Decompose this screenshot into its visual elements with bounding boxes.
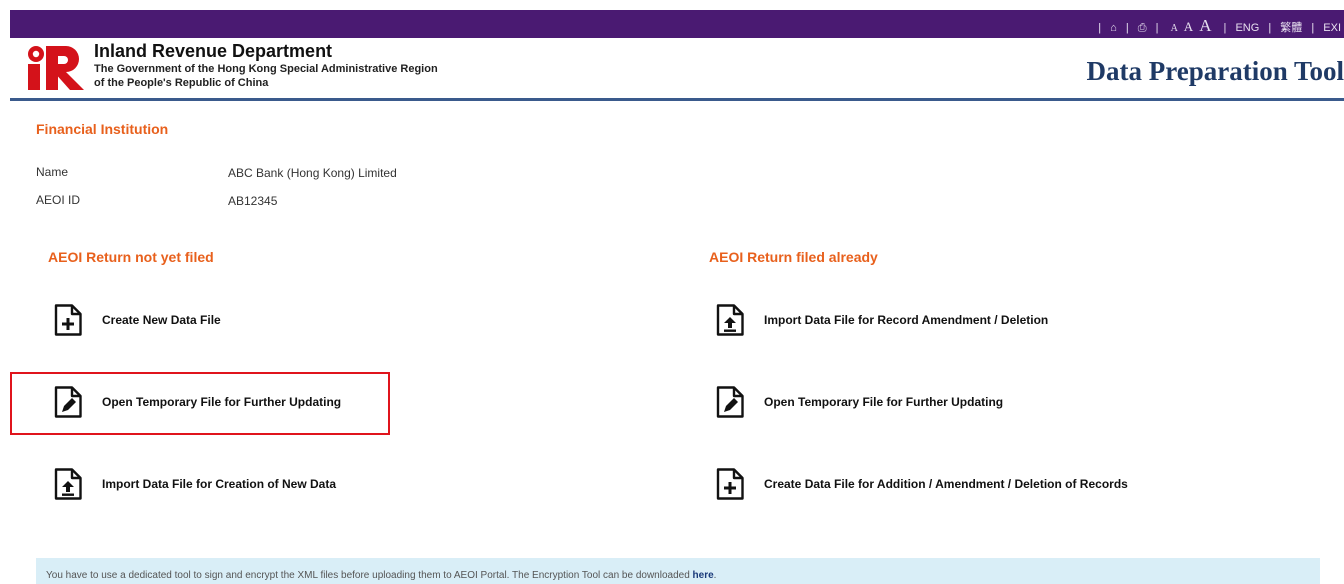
department-name: Inland Revenue Department [94, 41, 333, 61]
create-data-file-records-button[interactable]: Create Data File for Addition / Amendmen… [716, 468, 1128, 500]
font-size-controls: AAA [1168, 16, 1215, 35]
english-link[interactable]: ENG [1235, 22, 1259, 34]
home-icon[interactable]: ⌂ [1110, 22, 1117, 34]
aeoi-id-label: AEOI ID [36, 193, 81, 207]
chinese-link[interactable]: 繁體 [1280, 22, 1302, 34]
fi-name-value: ABC Bank (Hong Kong) Limited [228, 166, 397, 180]
fi-name-label: Name [36, 165, 69, 179]
encryption-notice: You have to use a dedicated tool to sign… [36, 558, 1320, 584]
fi-section-title: Financial Institution [36, 121, 169, 137]
government-line-2: of the People's Republic of China [94, 77, 269, 89]
file-add-icon [54, 304, 82, 336]
open-temporary-file-filed-button[interactable]: Open Temporary File for Further Updating [716, 386, 1003, 418]
government-line-1: The Government of the Hong Kong Special … [94, 63, 438, 75]
file-add-icon [716, 468, 744, 500]
file-edit-icon [716, 386, 744, 418]
not-filed-title: AEOI Return not yet filed [48, 249, 214, 265]
font-small-button[interactable]: A [1171, 23, 1178, 34]
import-data-file-new-button[interactable]: Import Data File for Creation of New Dat… [54, 468, 336, 500]
top-links: | ⌂ | ⎙ | AAA | ENG | 繁體 | EXI [1098, 16, 1341, 35]
notice-end: . [713, 570, 717, 581]
filed-title: AEOI Return filed already [709, 249, 878, 265]
action-label: Import Data File for Record Amendment / … [764, 313, 1049, 327]
exit-link[interactable]: EXI [1323, 22, 1341, 34]
action-label: Create New Data File [102, 313, 221, 327]
action-label: Create Data File for Addition / Amendmen… [764, 477, 1128, 491]
notice-text: You have to use a dedicated tool to sign… [46, 570, 693, 581]
font-large-button[interactable]: A [1199, 16, 1211, 35]
download-here-link[interactable]: here [693, 570, 714, 581]
font-medium-button[interactable]: A [1184, 19, 1193, 34]
highlight-box [10, 372, 390, 435]
department-block: Inland Revenue Department The Government… [94, 41, 438, 90]
create-new-data-file-button[interactable]: Create New Data File [54, 304, 221, 336]
file-import-icon [716, 304, 744, 336]
top-bar: | ⌂ | ⎙ | AAA | ENG | 繁體 | EXI [10, 10, 1344, 38]
page-header: Inland Revenue Department The Government… [10, 38, 1344, 101]
aeoi-id-value: AB12345 [228, 194, 278, 208]
import-data-file-amendment-button[interactable]: Import Data File for Record Amendment / … [716, 304, 1048, 336]
print-icon[interactable]: ⎙ [1138, 22, 1147, 34]
action-label: Open Temporary File for Further Updating [764, 395, 1004, 409]
app-title: Data Preparation Tool [1086, 56, 1344, 86]
ird-logo-icon [28, 46, 84, 90]
action-label: Import Data File for Creation of New Dat… [102, 477, 337, 491]
file-import-icon [54, 468, 82, 500]
